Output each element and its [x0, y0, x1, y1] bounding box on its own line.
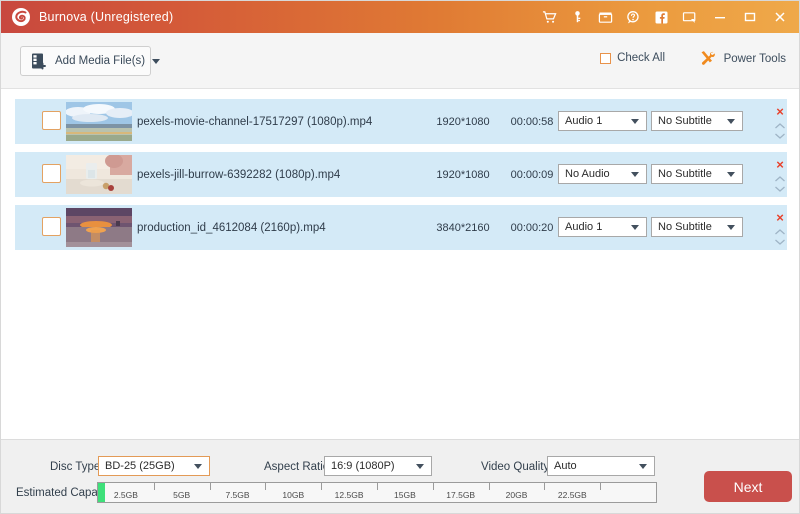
capacity-tick — [489, 483, 490, 490]
row-resolution: 3840*2160 — [423, 205, 503, 250]
aspect-ratio-label: Aspect Ratio: — [264, 461, 332, 473]
capacity-tick-label: 15GB — [394, 490, 416, 500]
power-tools-button[interactable]: Power Tools — [698, 49, 786, 68]
chevron-down-icon — [639, 464, 647, 469]
add-media-files-button[interactable]: Add Media File(s) — [20, 46, 151, 76]
disc-type-select[interactable]: BD-25 (25GB) — [98, 456, 210, 476]
chevron-down-icon — [727, 172, 735, 177]
table-row[interactable]: pexels-jill-burrow-6392282 (1080p).mp4 1… — [15, 152, 787, 197]
row-resolution: 1920*1080 — [423, 152, 503, 197]
capacity-tick-label: 12.5GB — [335, 490, 364, 500]
chevron-down-icon — [727, 119, 735, 124]
facebook-icon[interactable] — [650, 4, 672, 30]
close-icon[interactable] — [767, 4, 793, 30]
capacity-fill — [98, 483, 105, 502]
row-checkbox[interactable] — [42, 111, 61, 130]
row-filename: production_id_4612084 (2160p).mp4 — [137, 205, 326, 250]
row-filename: pexels-jill-burrow-6392282 (1080p).mp4 — [137, 152, 340, 197]
video-quality-value: Auto — [554, 460, 577, 472]
video-quality-label: Video Quality: — [481, 461, 552, 473]
feedback-icon[interactable] — [678, 4, 700, 30]
check-all-control[interactable]: Check All — [600, 52, 665, 64]
row-audio-select[interactable]: Audio 1 — [558, 217, 647, 237]
aspect-ratio-value: 16:9 (1080P) — [331, 460, 395, 472]
media-list: pexels-movie-channel-17517297 (1080p).mp… — [1, 89, 800, 439]
row-filename: pexels-movie-channel-17517297 (1080p).mp… — [137, 99, 372, 144]
aspect-ratio-select[interactable]: 16:9 (1080P) — [324, 456, 432, 476]
key-icon[interactable] — [566, 4, 588, 30]
capacity-tick — [377, 483, 378, 490]
toolbar: Add Media File(s) Check All Power Tools — [1, 33, 800, 89]
chevron-down-icon — [631, 119, 639, 124]
row-delete-button[interactable]: × — [773, 104, 787, 118]
capacity-tick-label: 17.5GB — [446, 490, 475, 500]
row-subtitle-select[interactable]: No Subtitle — [651, 111, 743, 131]
check-all-checkbox[interactable] — [600, 53, 611, 64]
row-audio-value: Audio 1 — [565, 221, 602, 233]
capacity-tick — [544, 483, 545, 490]
row-thumbnail — [66, 155, 132, 194]
capacity-tick-label: 2.5GB — [114, 490, 138, 500]
window-title: Burnova (Unregistered) — [39, 10, 173, 24]
row-subtitle-value: No Subtitle — [658, 115, 712, 127]
capacity-tick-label: 20GB — [506, 490, 528, 500]
add-media-label: Add Media File(s) — [55, 55, 145, 67]
chevron-down-icon — [416, 464, 424, 469]
capacity-tick-label: 7.5GB — [225, 490, 249, 500]
row-move-down-icon[interactable] — [772, 183, 788, 195]
row-subtitle-value: No Subtitle — [658, 221, 712, 233]
row-thumbnail — [66, 208, 132, 247]
table-row[interactable]: production_id_4612084 (2160p).mp4 3840*2… — [15, 205, 787, 250]
row-delete-button[interactable]: × — [773, 210, 787, 224]
row-checkbox[interactable] — [42, 217, 61, 236]
row-audio-select[interactable]: No Audio — [558, 164, 647, 184]
row-resolution: 1920*1080 — [423, 99, 503, 144]
capacity-tick-label: 22.5GB — [558, 490, 587, 500]
cart-icon[interactable] — [538, 4, 560, 30]
power-tools-icon — [698, 49, 717, 68]
maximize-icon[interactable] — [737, 4, 763, 30]
capacity-tick — [321, 483, 322, 490]
disc-type-value: BD-25 (25GB) — [105, 460, 175, 472]
next-button[interactable]: Next — [704, 471, 792, 502]
burnova-window: Burnova (Unregistered) — [0, 0, 800, 514]
box-icon[interactable] — [594, 4, 616, 30]
row-move-down-icon[interactable] — [772, 130, 788, 142]
table-row[interactable]: pexels-movie-channel-17517297 (1080p).mp… — [15, 99, 787, 144]
help-bubble-icon[interactable] — [622, 4, 644, 30]
row-checkbox[interactable] — [42, 164, 61, 183]
chevron-down-icon — [631, 172, 639, 177]
chevron-down-icon[interactable] — [152, 59, 160, 64]
chevron-down-icon — [631, 225, 639, 230]
chevron-down-icon — [194, 464, 202, 469]
capacity-tick — [433, 483, 434, 490]
capacity-tick — [210, 483, 211, 490]
add-media-icon — [30, 52, 48, 70]
check-all-label: Check All — [617, 52, 665, 64]
video-quality-select[interactable]: Auto — [547, 456, 655, 476]
capacity-tick-label: 5GB — [173, 490, 190, 500]
row-subtitle-select[interactable]: No Subtitle — [651, 217, 743, 237]
chevron-down-icon — [727, 225, 735, 230]
row-delete-button[interactable]: × — [773, 157, 787, 171]
disc-type-label: Disc Type — [50, 461, 100, 473]
capacity-tick — [154, 483, 155, 490]
capacity-bar[interactable]: 2.5GB 5GB 7.5GB 10GB 12.5GB 15GB 17.5GB 20GB 22.… — [97, 482, 657, 503]
capacity-tick-label: 10GB — [282, 490, 304, 500]
minimize-icon[interactable] — [707, 4, 733, 30]
title-bar-icons — [535, 1, 800, 33]
row-audio-select[interactable]: Audio 1 — [558, 111, 647, 131]
row-audio-value: Audio 1 — [565, 115, 602, 127]
row-subtitle-value: No Subtitle — [658, 168, 712, 180]
row-thumbnail — [66, 102, 132, 141]
row-move-down-icon[interactable] — [772, 236, 788, 248]
title-bar: Burnova (Unregistered) — [1, 1, 800, 33]
capacity-tick — [600, 483, 601, 490]
capacity-tick — [265, 483, 266, 490]
power-tools-label: Power Tools — [724, 53, 786, 65]
row-audio-value: No Audio — [565, 168, 610, 180]
burnova-disc-logo-icon — [11, 7, 31, 27]
row-subtitle-select[interactable]: No Subtitle — [651, 164, 743, 184]
